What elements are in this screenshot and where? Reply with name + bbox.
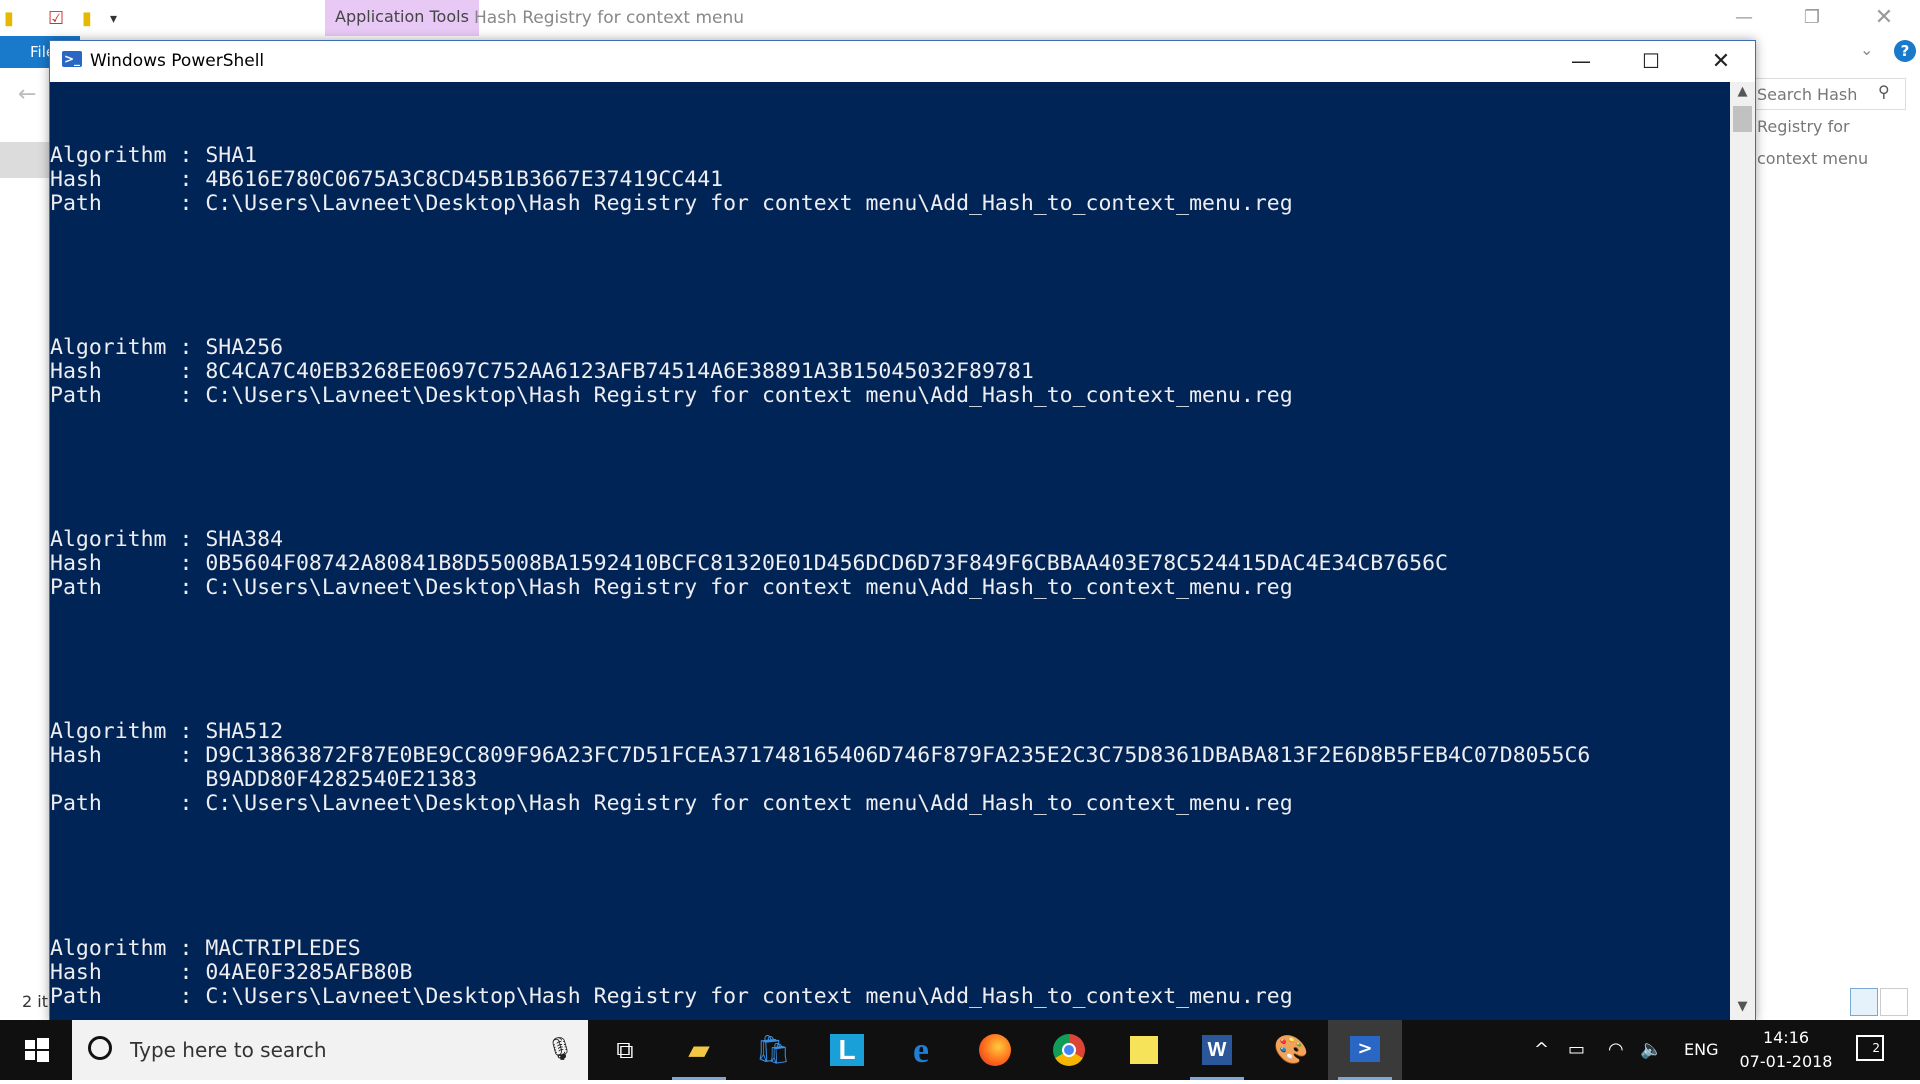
path-line: Path : C:\Users\Lavneet\Desktop\Hash Reg… bbox=[50, 984, 1293, 1009]
taskbar-search-box[interactable]: Type here to search 🎙 bbox=[72, 1020, 588, 1080]
hash-value: 04AE0F3285AFB80B bbox=[205, 960, 413, 985]
taskbar: Type here to search 🎙 ⧉ ▰ 🛍 L e W 🎨 > ^ … bbox=[0, 1020, 1920, 1080]
hash-result: Algorithm : SHA384 Hash : 0B5604F08742A8… bbox=[50, 528, 1448, 600]
hash-line: Hash : D9C13863872F87E0BE9CC809F96A23FC7… bbox=[50, 743, 1591, 768]
maximize-icon[interactable]: ☐ bbox=[1616, 41, 1686, 82]
close-icon[interactable]: ✕ bbox=[1686, 41, 1756, 82]
minimize-icon[interactable]: — bbox=[1546, 41, 1616, 82]
window-title: Windows PowerShell bbox=[90, 51, 265, 71]
properties-icon[interactable]: ☑ bbox=[48, 8, 64, 29]
word-icon[interactable]: W bbox=[1180, 1020, 1254, 1080]
paint-icon[interactable]: 🎨 bbox=[1254, 1020, 1328, 1080]
hash-value: 8C4CA7C40EB3268EE0697C752AA6123AFB74514A… bbox=[205, 359, 1034, 384]
hash-value-continued: B9ADD80F4282540E21383 bbox=[205, 767, 478, 792]
clock-time: 14:16 bbox=[1762, 1028, 1810, 1047]
chrome-icon[interactable] bbox=[1032, 1020, 1106, 1080]
microphone-icon[interactable]: 🎙 bbox=[546, 1020, 574, 1080]
hash-result: Algorithm : SHA1 Hash : 4B616E780C0675A3… bbox=[50, 144, 1293, 216]
explorer-titlebar: ▮ ☑ ▮ ▾ Application Tools Hash Registry … bbox=[0, 0, 1920, 36]
hash-continuation-line: B9ADD80F4282540E21383 bbox=[50, 768, 1590, 792]
algorithm-value: SHA384 bbox=[205, 527, 284, 552]
hash-result: Algorithm : SHA512 Hash : D9C13863872F87… bbox=[50, 720, 1590, 816]
start-button[interactable] bbox=[14, 1020, 58, 1080]
store-icon[interactable]: 🛍 bbox=[736, 1020, 810, 1080]
path-value: C:\Users\Lavneet\Desktop\Hash Registry f… bbox=[205, 984, 1293, 1009]
explorer-restore-icon[interactable]: ❐ bbox=[1784, 2, 1840, 34]
clock-date: 07-01-2018 bbox=[1739, 1052, 1833, 1071]
details-view-icon[interactable] bbox=[1850, 988, 1878, 1016]
console-output[interactable]: Algorithm : SHA1 Hash : 4B616E780C0675A3… bbox=[50, 82, 1730, 1021]
path-line: Path : C:\Users\Lavneet\Desktop\Hash Reg… bbox=[50, 791, 1293, 816]
hash-value: 0B5604F08742A80841B8D55008BA1592410BCFC8… bbox=[205, 551, 1448, 576]
cortana-icon bbox=[88, 1036, 112, 1060]
hash-value: 4B616E780C0675A3C8CD45B1B3667E37419CC441 bbox=[205, 167, 724, 192]
path-value: C:\Users\Lavneet\Desktop\Hash Registry f… bbox=[205, 191, 1293, 216]
language-indicator[interactable]: ENG bbox=[1684, 1020, 1718, 1080]
powershell-icon: >_ bbox=[62, 51, 82, 67]
firefox-icon[interactable] bbox=[958, 1020, 1032, 1080]
algorithm-line: Algorithm : SHA256 bbox=[50, 335, 284, 360]
algorithm-value: SHA1 bbox=[205, 143, 258, 168]
item-count: 2 it bbox=[22, 992, 48, 1011]
windows-logo-icon bbox=[25, 1038, 49, 1062]
algorithm-line: Algorithm : SHA384 bbox=[50, 527, 284, 552]
task-view-icon[interactable]: ⧉ bbox=[588, 1020, 662, 1080]
notification-count: 2 bbox=[1872, 1041, 1880, 1055]
hash-line: Hash : 8C4CA7C40EB3268EE0697C752AA6123AF… bbox=[50, 359, 1034, 384]
algorithm-line: Algorithm : SHA512 bbox=[50, 719, 284, 744]
scroll-up-icon[interactable]: ▲ bbox=[1730, 84, 1755, 104]
l-app-icon[interactable]: L bbox=[810, 1020, 884, 1080]
new-folder-icon[interactable]: ▮ bbox=[82, 8, 92, 29]
algorithm-line: Algorithm : SHA1 bbox=[50, 143, 258, 168]
tab-application-tools[interactable]: Application Tools bbox=[325, 0, 479, 36]
hash-result: Algorithm : SHA256 Hash : 8C4CA7C40EB326… bbox=[50, 336, 1293, 408]
battery-icon[interactable]: ▭ bbox=[1568, 1020, 1585, 1080]
hash-line: Hash : 0B5604F08742A80841B8D55008BA15924… bbox=[50, 551, 1448, 576]
search-icon[interactable]: ⚲ bbox=[1878, 82, 1890, 101]
path-value: C:\Users\Lavneet\Desktop\Hash Registry f… bbox=[205, 791, 1293, 816]
help-icon[interactable]: ? bbox=[1894, 40, 1916, 62]
path-line: Path : C:\Users\Lavneet\Desktop\Hash Reg… bbox=[50, 575, 1293, 600]
show-hidden-icons-icon[interactable]: ^ bbox=[1534, 1020, 1549, 1080]
path-line: Path : C:\Users\Lavneet\Desktop\Hash Reg… bbox=[50, 383, 1293, 408]
path-line: Path : C:\Users\Lavneet\Desktop\Hash Reg… bbox=[50, 191, 1293, 216]
ribbon-expand-icon[interactable]: ⌄ bbox=[1860, 40, 1873, 59]
explorer-window-title: Hash Registry for context menu bbox=[474, 8, 745, 28]
volume-icon[interactable]: 🔈 bbox=[1640, 1020, 1662, 1080]
action-center-icon[interactable]: 2 bbox=[1856, 1035, 1884, 1061]
hash-result: Algorithm : MACTRIPLEDES Hash : 04AE0F32… bbox=[50, 937, 1293, 1009]
explorer-close-icon[interactable]: ✕ bbox=[1856, 2, 1912, 34]
taskbar-search-input[interactable]: Type here to search bbox=[130, 1020, 327, 1080]
hash-value: D9C13863872F87E0BE9CC809F96A23FC7D51FCEA… bbox=[205, 743, 1591, 768]
edge-icon[interactable]: e bbox=[884, 1020, 958, 1080]
scroll-down-icon[interactable]: ▼ bbox=[1730, 999, 1755, 1019]
path-value: C:\Users\Lavneet\Desktop\Hash Registry f… bbox=[205, 575, 1293, 600]
wifi-icon[interactable]: ◠ bbox=[1608, 1020, 1624, 1080]
powershell-window: >_ Windows PowerShell — ☐ ✕ Algorithm : … bbox=[49, 40, 1756, 1022]
explorer-minimize-icon[interactable]: — bbox=[1716, 2, 1772, 34]
powershell-icon[interactable]: > bbox=[1328, 1020, 1402, 1080]
file-explorer-icon[interactable]: ▰ bbox=[662, 1020, 736, 1080]
path-value: C:\Users\Lavneet\Desktop\Hash Registry f… bbox=[205, 383, 1293, 408]
customize-qat-icon[interactable]: ▾ bbox=[110, 11, 117, 27]
scroll-thumb[interactable] bbox=[1733, 106, 1752, 132]
powershell-titlebar[interactable]: >_ Windows PowerShell — ☐ ✕ bbox=[50, 41, 1755, 82]
hash-line: Hash : 4B616E780C0675A3C8CD45B1B3667E374… bbox=[50, 167, 724, 192]
back-arrow-icon[interactable]: ← bbox=[18, 82, 36, 107]
hash-line: Hash : 04AE0F3285AFB80B bbox=[50, 960, 413, 985]
large-icons-view-icon[interactable] bbox=[1880, 988, 1908, 1016]
algorithm-value: MACTRIPLEDES bbox=[205, 936, 361, 961]
sticky-notes-icon[interactable] bbox=[1106, 1020, 1180, 1080]
algorithm-value: SHA256 bbox=[205, 335, 284, 360]
clock[interactable]: 14:16 07-01-2018 bbox=[1736, 1026, 1836, 1074]
vertical-scrollbar[interactable]: ▲ ▼ bbox=[1730, 82, 1755, 1021]
folder-icon: ▮ bbox=[4, 8, 14, 29]
algorithm-line: Algorithm : MACTRIPLEDES bbox=[50, 936, 361, 961]
algorithm-value: SHA512 bbox=[205, 719, 284, 744]
nav-pane-selected-item[interactable] bbox=[0, 142, 50, 178]
